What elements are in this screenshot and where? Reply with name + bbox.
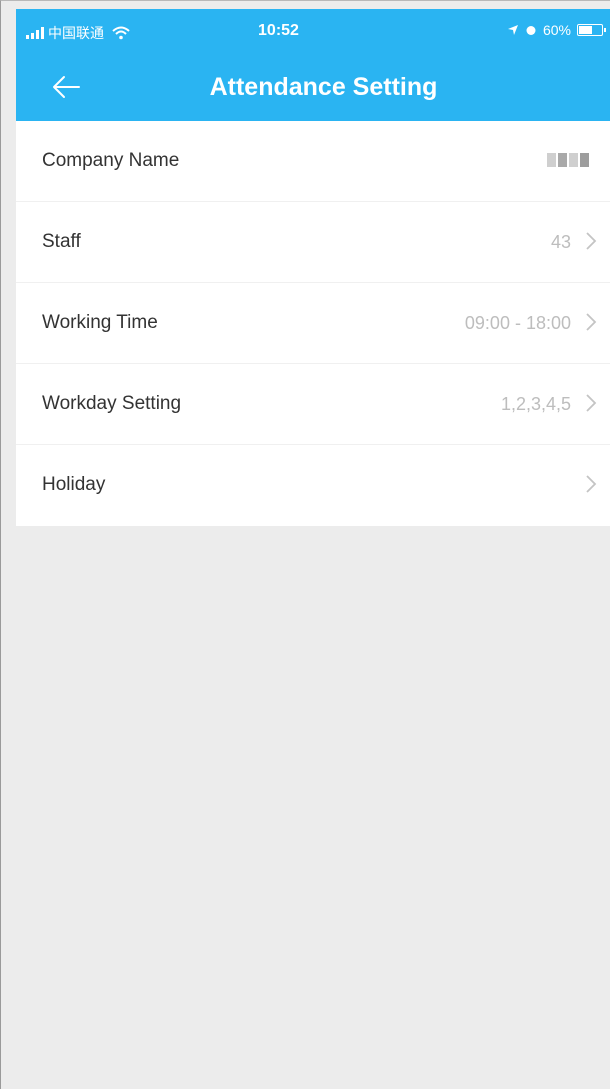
page-title: Attendance Setting [209,73,438,101]
chevron-right-icon [586,232,597,250]
row-workday-setting[interactable]: Workday Setting 1,2,3,4,5 [16,364,610,445]
row-holiday[interactable]: Holiday [16,445,610,530]
row-company-name[interactable]: Company Name [16,121,610,202]
location-icon [507,25,518,35]
row-value: 43 [550,232,571,252]
row-label: Company Name [42,150,180,171]
row-label: Staff [42,231,81,252]
status-right: 60% [507,22,606,38]
row-label: Working Time [42,312,158,333]
battery-percent: 60% [542,22,571,38]
app-frame: 中国联通 10:52 60% Attendance Setting Compan… [0,0,610,1089]
redacted-company-value [547,151,589,169]
chevron-right-icon [586,313,597,331]
row-working-time[interactable]: Working Time 09:00 - 18:00 [16,283,610,364]
battery-icon [577,24,606,36]
alarm-icon [526,26,536,35]
empty-background [16,526,610,1089]
row-label: Holiday [42,474,106,495]
settings-list: Company Name Staff 43 Working Time 09:00… [16,121,610,530]
nav-bar: Attendance Setting [16,53,610,121]
status-bar: 中国联通 10:52 60% [16,9,610,53]
chevron-right-icon [586,475,597,493]
row-value: 1,2,3,4,5 [500,394,571,414]
row-value: 09:00 - 18:00 [464,313,571,333]
chevron-right-icon [586,394,597,412]
app-header: 中国联通 10:52 60% Attendance Setting [16,9,610,121]
row-staff[interactable]: Staff 43 [16,202,610,283]
row-label: Workday Setting [42,393,182,414]
